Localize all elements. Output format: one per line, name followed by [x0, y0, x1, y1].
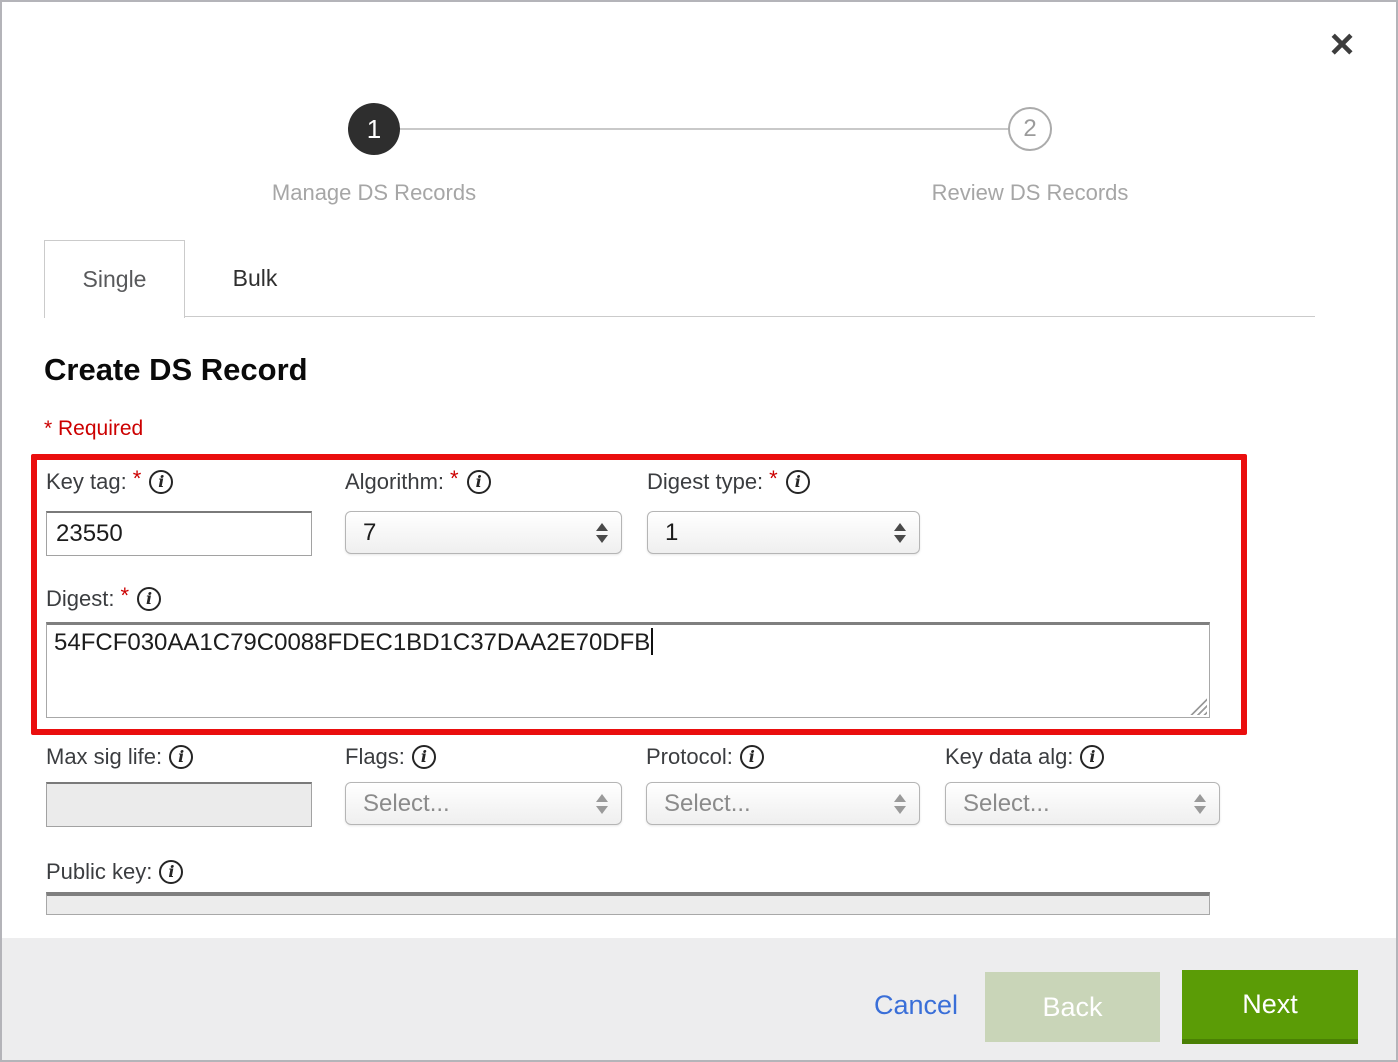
select-arrows-icon [894, 794, 906, 814]
step-1-circle: 1 [348, 103, 400, 155]
info-icon-glyph: i [146, 591, 152, 607]
info-icon[interactable]: i [1080, 745, 1104, 769]
select-arrows-icon [596, 523, 608, 543]
flags-select[interactable]: Select... [345, 782, 622, 825]
algorithm-select[interactable]: 7 [345, 511, 622, 554]
info-icon[interactable]: i [467, 470, 491, 494]
back-button[interactable]: Back [985, 972, 1160, 1042]
public-key-textarea[interactable] [46, 892, 1210, 915]
info-icon-glyph: i [421, 749, 427, 765]
text-cursor [651, 628, 653, 655]
key-data-alg-select[interactable]: Select... [945, 782, 1220, 825]
max-sig-life-label: Max sig life: i [46, 744, 193, 770]
digest-label: Digest: * i [46, 586, 161, 612]
info-icon[interactable]: i [786, 470, 810, 494]
resize-grip-icon[interactable] [1190, 698, 1207, 715]
create-ds-record-modal: × 1 2 Manage DS Records Review DS Record… [0, 0, 1398, 1062]
tab-single[interactable]: Single [44, 240, 185, 318]
digest-type-label: Digest type: * i [647, 469, 810, 495]
key-data-alg-select-placeholder: Select... [963, 790, 1050, 818]
digest-textarea[interactable]: 54FCF030AA1C79C0088FDEC1BD1C37DAA2E70DFB [46, 622, 1210, 718]
info-icon-glyph: i [168, 864, 174, 880]
algorithm-label-text: Algorithm: [345, 469, 444, 495]
public-key-label-text: Public key: [46, 859, 152, 885]
select-arrows-icon [596, 794, 608, 814]
stepper-connector-line [400, 128, 1008, 130]
digest-label-text: Digest: [46, 586, 114, 612]
info-icon-glyph: i [158, 474, 164, 490]
step-1-label: Manage DS Records [224, 180, 524, 206]
flags-label-text: Flags: [345, 744, 405, 770]
tab-bulk[interactable]: Bulk [185, 240, 325, 317]
info-icon[interactable]: i [149, 470, 173, 494]
info-icon[interactable]: i [740, 745, 764, 769]
info-icon[interactable]: i [159, 860, 183, 884]
next-button[interactable]: Next [1182, 970, 1358, 1044]
key-tag-input[interactable] [46, 511, 312, 556]
protocol-select[interactable]: Select... [646, 782, 920, 825]
page-title: Create DS Record [44, 352, 308, 388]
digest-type-select[interactable]: 1 [647, 511, 920, 554]
required-asterisk: * [450, 466, 459, 492]
info-icon-glyph: i [476, 474, 482, 490]
algorithm-select-value: 7 [363, 519, 376, 547]
public-key-label: Public key: i [46, 859, 183, 885]
protocol-select-placeholder: Select... [664, 790, 751, 818]
required-asterisk: * [769, 466, 778, 492]
max-sig-life-input[interactable] [46, 782, 312, 827]
key-tag-label-text: Key tag: [46, 469, 127, 495]
digest-value: 54FCF030AA1C79C0088FDEC1BD1C37DAA2E70DFB [54, 629, 650, 656]
key-data-alg-label-text: Key data alg: [945, 744, 1073, 770]
info-icon[interactable]: i [169, 745, 193, 769]
info-icon-glyph: i [1089, 749, 1095, 765]
required-asterisk: * [120, 583, 129, 609]
protocol-label-text: Protocol: [646, 744, 733, 770]
algorithm-label: Algorithm: * i [345, 469, 491, 495]
info-icon-glyph: i [178, 749, 184, 765]
info-icon-glyph: i [749, 749, 755, 765]
required-note: * Required [44, 417, 143, 441]
select-arrows-icon [1194, 794, 1206, 814]
max-sig-life-label-text: Max sig life: [46, 744, 162, 770]
digest-type-label-text: Digest type: [647, 469, 763, 495]
info-icon[interactable]: i [137, 587, 161, 611]
info-icon[interactable]: i [412, 745, 436, 769]
select-arrows-icon [894, 523, 906, 543]
key-tag-label: Key tag: * i [46, 469, 173, 495]
cancel-button[interactable]: Cancel [874, 990, 958, 1021]
info-icon-glyph: i [795, 474, 801, 490]
step-2-label: Review DS Records [880, 180, 1180, 206]
close-icon[interactable]: × [1320, 20, 1364, 68]
key-data-alg-label: Key data alg: i [945, 744, 1104, 770]
flags-label: Flags: i [345, 744, 436, 770]
digest-type-select-value: 1 [665, 519, 678, 547]
required-asterisk: * [133, 466, 142, 492]
flags-select-placeholder: Select... [363, 790, 450, 818]
protocol-label: Protocol: i [646, 744, 764, 770]
step-2-circle: 2 [1008, 107, 1052, 151]
